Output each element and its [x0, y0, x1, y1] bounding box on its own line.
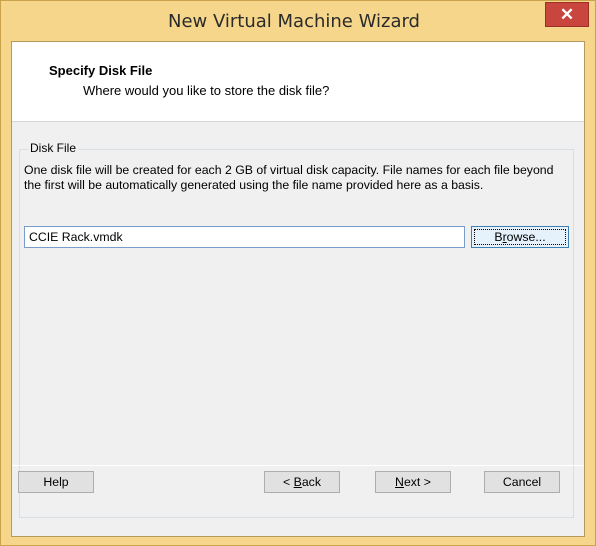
close-icon: ✕ [559, 4, 575, 24]
next-label-mnemonic: N [395, 475, 404, 489]
wizard-header: Specify Disk File Where would you like t… [12, 42, 584, 122]
help-button[interactable]: Help [18, 471, 94, 493]
cancel-button[interactable]: Cancel [484, 471, 560, 493]
cancel-label: Cancel [502, 475, 542, 489]
browse-button[interactable]: Br owse... [471, 226, 569, 248]
next-label-suffix: ext > [403, 475, 431, 489]
page-subtitle: Where would you like to store the disk f… [83, 83, 330, 98]
back-label-suffix: ack [301, 475, 321, 489]
page-title: Specify Disk File [49, 63, 153, 78]
disk-file-description: One disk file will be created for each 2… [24, 163, 554, 192]
disk-file-group: Disk File One disk file will be created … [19, 141, 574, 518]
disk-file-path-input[interactable] [24, 226, 465, 248]
browse-label-prefix: B [494, 230, 503, 244]
footer-separator [12, 465, 584, 466]
back-button[interactable]: < Back [264, 471, 340, 493]
back-label-prefix: < [283, 475, 294, 489]
next-button[interactable]: Next > [375, 471, 451, 493]
wizard-window: New Virtual Machine Wizard ✕ Specify Dis… [0, 0, 596, 546]
browse-label-suffix: owse... [506, 230, 546, 244]
back-label-mnemonic: B [293, 475, 302, 489]
window-title: New Virtual Machine Wizard [168, 10, 420, 32]
close-button[interactable]: ✕ [545, 2, 589, 27]
help-label: Help [43, 475, 69, 489]
disk-file-group-label: Disk File [28, 141, 79, 155]
title-bar[interactable]: New Virtual Machine Wizard ✕ [1, 1, 595, 41]
wizard-client-area: Specify Disk File Where would you like t… [11, 41, 585, 537]
browse-label-mnemonic: r [502, 230, 507, 244]
